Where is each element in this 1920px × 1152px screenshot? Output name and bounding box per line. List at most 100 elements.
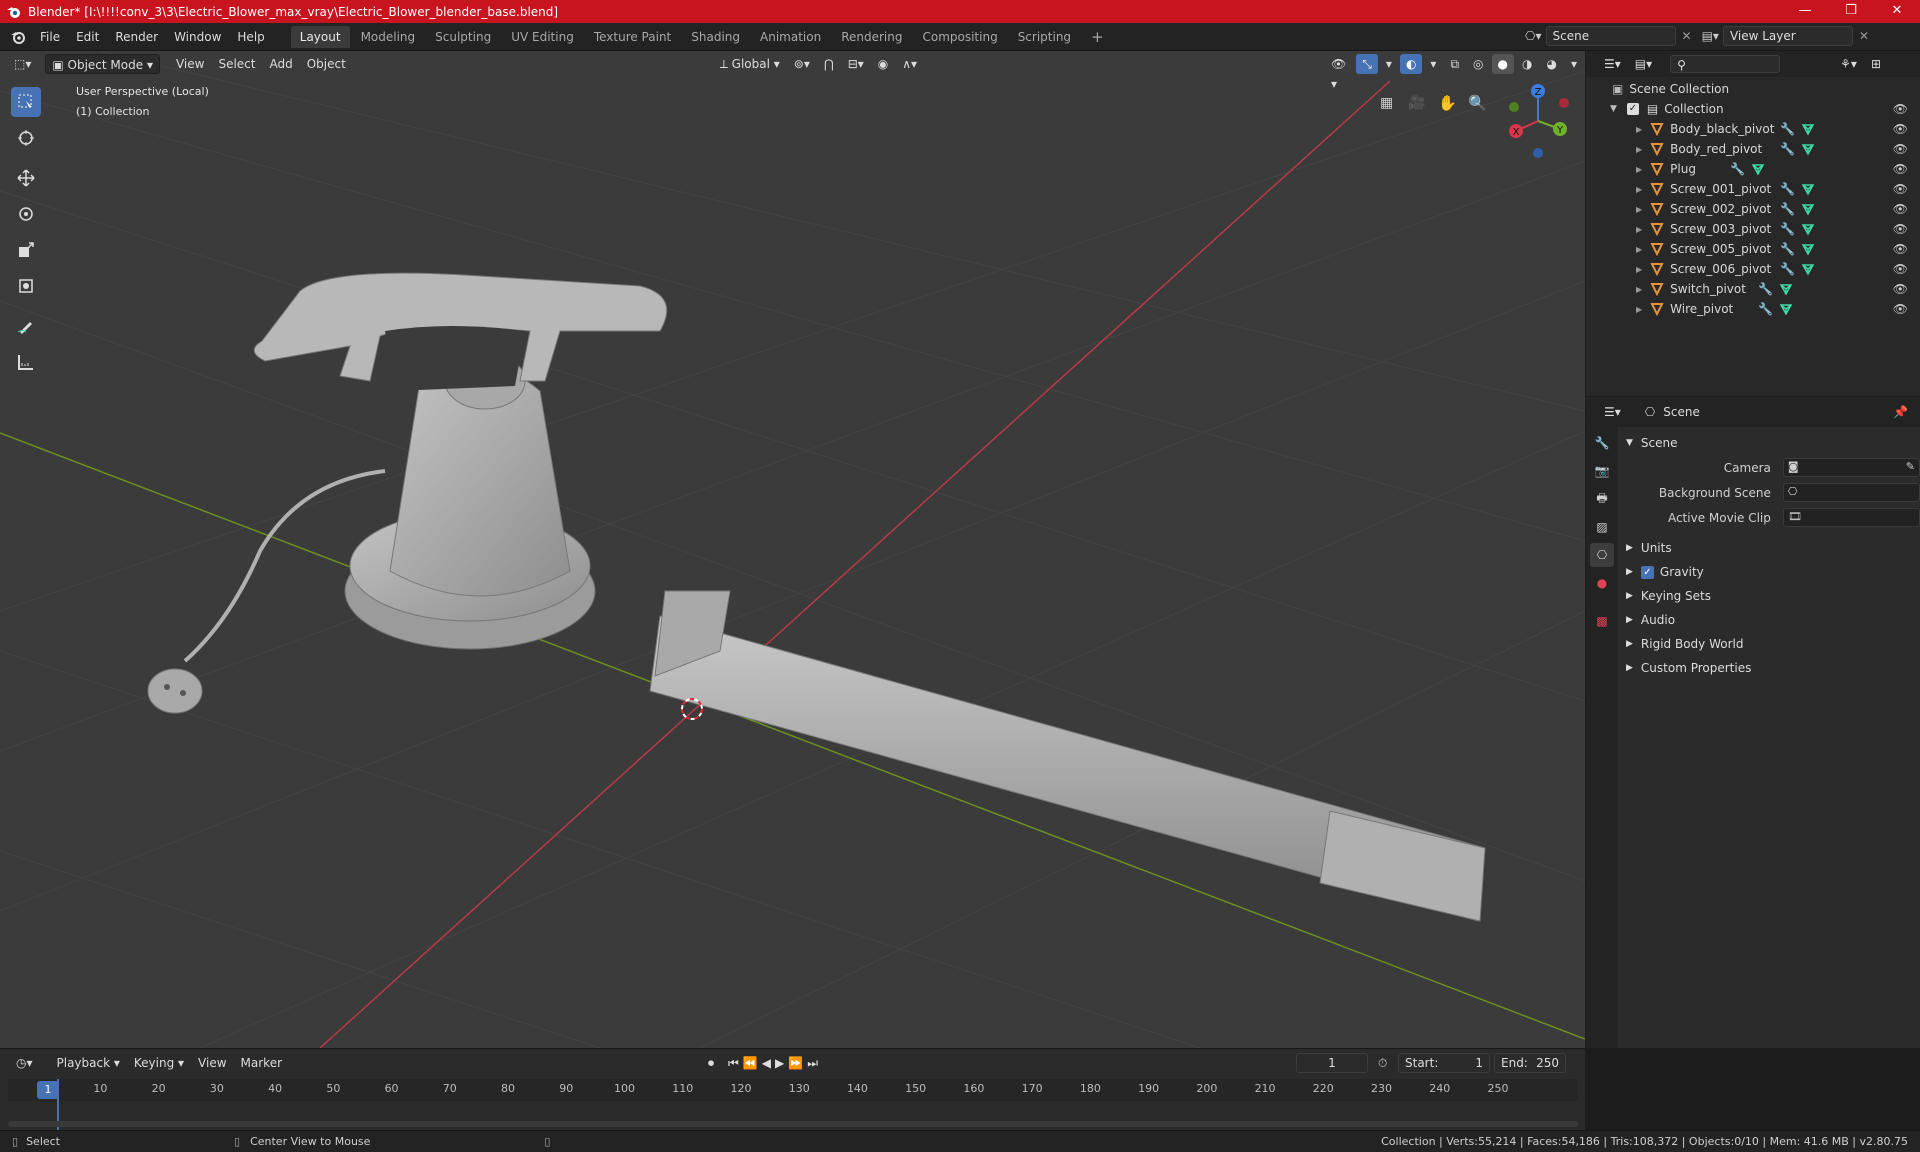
menu-object[interactable]: Object [301,54,352,74]
end-frame-field[interactable]: End: 250 [1494,1053,1566,1073]
start-frame-field[interactable]: Start: 1 [1398,1053,1490,1073]
close-window-button[interactable]: ✕ [1874,0,1920,23]
background-scene-field[interactable]: ⎔ [1782,483,1920,502]
tab-rendering[interactable]: Rendering [832,26,911,48]
mode-selector[interactable]: ▣ Object Mode ▾ [45,54,160,74]
add-workspace-button[interactable]: + [1082,26,1113,48]
mesh-data-icon[interactable] [1801,142,1815,156]
overlays-toggle-icon[interactable]: ◐ [1399,54,1423,74]
expand-arrow-icon[interactable]: ▶ [1636,125,1642,134]
mesh-data-icon[interactable] [1801,262,1815,276]
select-box-tool[interactable] [11,87,41,117]
blender-menu-icon[interactable] [10,29,26,45]
overlays-dropdown-icon[interactable]: ▾ [1424,54,1442,74]
expand-arrow-icon[interactable]: ▶ [1636,245,1642,254]
tab-compositing[interactable]: Compositing [913,26,1006,48]
editor-type-button[interactable]: ⬚▾ [8,54,37,74]
modifier-wrench-icon[interactable]: 🔧 [1780,142,1795,156]
camera-field[interactable]: ◙ ✎ [1782,458,1920,477]
modifier-wrench-icon[interactable]: 🔧 [1780,242,1795,256]
menu-render[interactable]: Render [107,23,166,51]
transform-tool[interactable] [11,271,41,301]
eyedropper-icon[interactable]: ✎ [1906,460,1915,473]
menu-marker[interactable]: Marker [235,1053,288,1073]
jump-start-icon[interactable]: ⏮ [728,1056,739,1071]
expand-arrow-icon[interactable]: ▶ [1636,185,1642,194]
gizmo-toggle-icon[interactable]: ⤡ [1356,54,1378,74]
outliner-editor-type-icon[interactable]: ☰▾ [1598,54,1627,74]
modifier-wrench-icon[interactable]: 🔧 [1758,302,1773,316]
outliner-scene-collection[interactable]: ▣ Scene Collection [1586,79,1920,99]
world-tab[interactable]: ● [1590,571,1614,595]
outliner-item[interactable]: ▶ Wire_pivot 🔧 👁 [1586,299,1920,319]
scene-selector-icon[interactable]: ⎔▾ [1525,29,1542,43]
mesh-data-icon[interactable] [1801,242,1815,256]
menu-view[interactable]: View [170,54,210,74]
snap-target-icon[interactable]: ⊟▾ [842,54,870,74]
scene-panel-header[interactable]: ▼ Scene [1626,431,1920,455]
tab-sculpting[interactable]: Sculpting [426,26,500,48]
visibility-eye-icon[interactable]: 👁 [1893,302,1908,316]
modifier-wrench-icon[interactable]: 🔧 [1780,182,1795,196]
tab-shading[interactable]: Shading [682,26,749,48]
modifier-wrench-icon[interactable]: 🔧 [1780,202,1795,216]
active-movie-clip-field[interactable]: 🎞 [1782,508,1920,527]
tab-animation[interactable]: Animation [751,26,830,48]
custom-properties-panel[interactable]: ▶ Custom Properties [1626,656,1920,680]
menu-file[interactable]: File [32,23,68,51]
mesh-data-icon[interactable] [1801,202,1815,216]
tab-modeling[interactable]: Modeling [352,26,425,48]
outliner-item[interactable]: ▶ Plug 🔧 👁 [1586,159,1920,179]
expand-arrow-icon[interactable]: ▶ [1636,285,1642,294]
expand-arrow-icon[interactable]: ▶ [1636,225,1642,234]
properties-editor-type-icon[interactable]: ☰▾ [1598,402,1627,422]
outliner-item[interactable]: ▶ Screw_003_pivot 🔧 👁 [1586,219,1920,239]
tab-uv-editing[interactable]: UV Editing [502,26,583,48]
electric-blower-model[interactable] [147,272,1486,922]
falloff-icon[interactable]: ∧▾ [896,54,923,74]
current-frame-field[interactable]: 1 [1296,1053,1368,1073]
timeline-scrollbar[interactable] [8,1121,1578,1127]
orientation-selector[interactable]: ⟂ Global ▾ [714,54,786,74]
play-icon[interactable]: ▶ [775,1056,784,1071]
jump-end-icon[interactable]: ⏭ [807,1056,818,1071]
mesh-data-icon[interactable] [1779,282,1793,296]
axis-gizmo[interactable]: Z Y X [1498,81,1578,161]
rotate-tool[interactable] [11,199,41,229]
render-tab[interactable]: 📷 [1590,459,1614,483]
modifier-wrench-icon[interactable]: 🔧 [1780,222,1795,236]
gravity-panel[interactable]: ▶ ✓ Gravity [1626,560,1920,584]
solid-shading-icon[interactable]: ● [1491,54,1514,74]
play-reverse-icon[interactable]: ◀ [762,1056,771,1071]
pan-hand-icon[interactable]: ✋ [1438,94,1457,112]
menu-add[interactable]: Add [263,54,298,74]
pivot-point-icon[interactable]: ⊚▾ [788,54,816,74]
scene-name-field[interactable]: Scene [1545,26,1676,46]
output-tab[interactable]: 🖶 [1590,487,1614,511]
visibility-eye-icon[interactable]: 👁 [1893,262,1908,276]
visibility-eye-icon[interactable]: 👁 [1893,162,1908,176]
view-layer-tab[interactable]: ▨ [1590,515,1614,539]
move-tool[interactable] [11,163,41,193]
rendered-shading-icon[interactable]: ◕ [1540,54,1562,74]
shading-dropdown-icon[interactable]: ▾ [1565,54,1583,74]
scene-tab[interactable]: ⎔ [1590,543,1614,567]
visibility-eye-icon[interactable]: 👁 [1893,102,1908,116]
camera-view-icon[interactable]: 🎥 [1408,95,1425,111]
outliner-item[interactable]: ▶ Screw_002_pivot 🔧 👁 [1586,199,1920,219]
menu-help[interactable]: Help [229,23,272,51]
gravity-checkbox[interactable]: ✓ [1640,565,1654,579]
visibility-eye-icon[interactable]: 👁 [1893,182,1908,196]
xray-toggle-icon[interactable]: ⧉ [1444,54,1465,74]
audio-panel[interactable]: ▶ Audio [1626,608,1920,632]
outliner-item[interactable]: ▶ Switch_pivot 🔧 👁 [1586,279,1920,299]
proportional-edit-icon[interactable]: ◉ [872,54,894,74]
keying-sets-panel[interactable]: ▶ Keying Sets [1626,584,1920,608]
scale-tool[interactable] [11,235,41,265]
measure-tool[interactable] [11,347,41,377]
cursor-tool[interactable] [11,123,41,153]
mesh-data-icon[interactable] [1801,222,1815,236]
expand-arrow-icon[interactable]: ▶ [1636,205,1642,214]
gizmo-dropdown-icon[interactable]: ▾ [1380,54,1398,74]
visibility-eye-icon[interactable]: 👁 [1893,142,1908,156]
